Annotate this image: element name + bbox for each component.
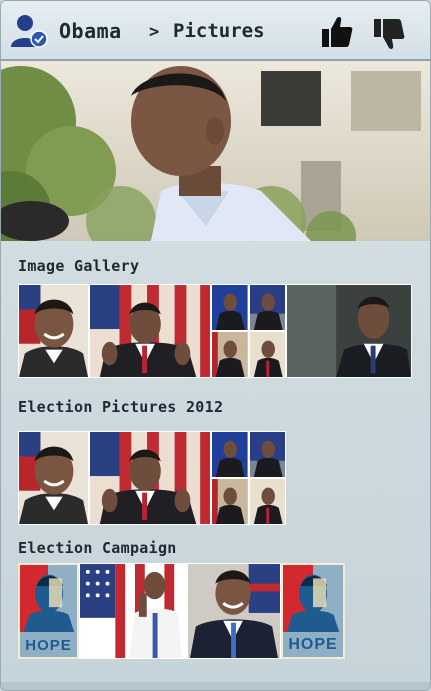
- hero-photo[interactable]: [1, 61, 430, 241]
- breadcrumb[interactable]: Pictures: [173, 20, 265, 42]
- poster-caption: HOPE: [288, 636, 338, 653]
- campaign-photo[interactable]: [187, 563, 281, 659]
- app-window: Obama > Pictures Image Gallery Election …: [0, 0, 431, 691]
- section-title-election-campaign: Election Campaign: [18, 539, 177, 557]
- header-bar: Obama > Pictures: [1, 1, 430, 61]
- election-photo[interactable]: [18, 431, 89, 525]
- election-photo[interactable]: [211, 431, 249, 478]
- election-campaign-row: HOPE HOPE: [18, 563, 345, 659]
- thumbs-up-icon[interactable]: [321, 15, 353, 49]
- gallery-photo-grid: [211, 284, 286, 378]
- election-photo[interactable]: [211, 478, 249, 525]
- section-title-election-pictures: Election Pictures 2012: [18, 398, 224, 416]
- verified-user-icon[interactable]: [9, 13, 49, 49]
- gallery-photo[interactable]: [286, 284, 412, 378]
- election-photo[interactable]: [248, 478, 286, 525]
- breadcrumb-separator: >: [149, 22, 160, 42]
- gallery-photo[interactable]: [248, 331, 286, 378]
- election-photo[interactable]: [248, 431, 286, 478]
- gallery-photo[interactable]: [18, 284, 89, 378]
- section-title-image-gallery: Image Gallery: [18, 257, 140, 275]
- election-photo[interactable]: [89, 431, 211, 525]
- election-pictures-row: [18, 431, 286, 525]
- thumbs-down-icon[interactable]: [373, 17, 405, 51]
- gallery-photo[interactable]: [211, 331, 249, 378]
- hope-poster[interactable]: HOPE: [18, 563, 79, 659]
- gallery-photo[interactable]: [211, 284, 249, 331]
- election-photo-grid: [211, 431, 286, 525]
- image-gallery-row: [18, 284, 412, 378]
- page-title: Obama: [59, 19, 122, 43]
- poster-caption: HOPE: [25, 637, 72, 654]
- gallery-photo[interactable]: [248, 284, 286, 331]
- hope-poster[interactable]: HOPE: [281, 563, 345, 659]
- bottom-bar: [1, 682, 430, 690]
- gallery-photo[interactable]: [89, 284, 211, 378]
- campaign-photo[interactable]: [79, 563, 187, 659]
